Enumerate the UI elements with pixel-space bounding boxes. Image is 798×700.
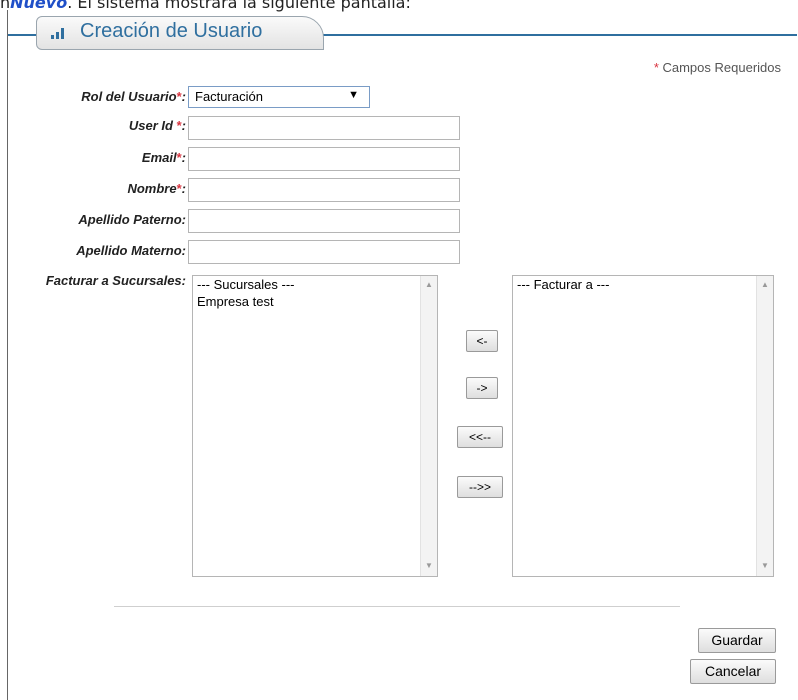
dropdown-arrow-icon: ▼ — [348, 89, 359, 101]
user-id-label-text: User Id — [128, 118, 177, 133]
rol-label-text: Rol del Usuario — [81, 89, 177, 104]
bar-chart-icon — [50, 26, 66, 43]
rol-select-value: Facturación — [195, 89, 263, 104]
list-item[interactable]: Empresa test — [193, 293, 437, 310]
required-fields-note: * Campos Requeridos — [654, 60, 781, 75]
apellido-paterno-input[interactable] — [188, 209, 460, 233]
divider — [114, 606, 680, 607]
page-title: Creación de Usuario — [80, 20, 263, 42]
apellido-materno-input[interactable] — [188, 240, 460, 264]
sucursales-listbox[interactable]: --- Sucursales --- Empresa test ▲ ▼ — [192, 275, 438, 577]
user-id-input[interactable] — [188, 116, 460, 140]
email-input[interactable] — [188, 147, 460, 171]
apellido-materno-label: Apellido Materno: — [76, 243, 186, 258]
nombre-label-text: Nombre — [127, 181, 177, 196]
scroll-down-icon[interactable]: ▼ — [761, 561, 769, 570]
apellido-paterno-label: Apellido Paterno: — [78, 212, 186, 227]
list-item[interactable]: --- Sucursales --- — [193, 276, 437, 293]
move-left-button[interactable]: <- — [466, 330, 498, 352]
email-label: Email*: — [142, 150, 186, 165]
facturar-a-listbox[interactable]: --- Facturar a --- ▲ ▼ — [512, 275, 774, 577]
list-item[interactable]: --- Facturar a --- — [513, 276, 773, 293]
rol-label: Rol del Usuario*: — [81, 89, 186, 104]
save-button[interactable]: Guardar — [698, 628, 776, 653]
move-all-right-button[interactable]: -->> — [457, 476, 503, 498]
nombre-colon: : — [181, 181, 186, 196]
email-label-text: Email — [141, 150, 177, 165]
nombre-input[interactable] — [188, 178, 460, 202]
move-all-left-button[interactable]: <<-- — [457, 426, 503, 448]
cancel-button[interactable]: Cancelar — [690, 659, 776, 684]
nombre-label: Nombre*: — [127, 181, 186, 196]
rol-select[interactable]: Facturación ▼ — [188, 86, 370, 108]
rol-colon: : — [181, 89, 186, 104]
user-id-colon: : — [181, 118, 186, 133]
left-scrollbar[interactable]: ▲ ▼ — [420, 276, 437, 576]
sucursales-label: Facturar a Sucursales: — [45, 273, 186, 288]
right-scrollbar[interactable]: ▲ ▼ — [756, 276, 773, 576]
required-note-text: Campos Requeridos — [658, 60, 781, 75]
user-id-label: User Id *: — [129, 118, 186, 133]
email-colon: : — [181, 150, 186, 165]
scroll-up-icon[interactable]: ▲ — [425, 280, 433, 289]
move-right-button[interactable]: -> — [466, 377, 498, 399]
scroll-down-icon[interactable]: ▼ — [425, 561, 433, 570]
scroll-up-icon[interactable]: ▲ — [761, 280, 769, 289]
